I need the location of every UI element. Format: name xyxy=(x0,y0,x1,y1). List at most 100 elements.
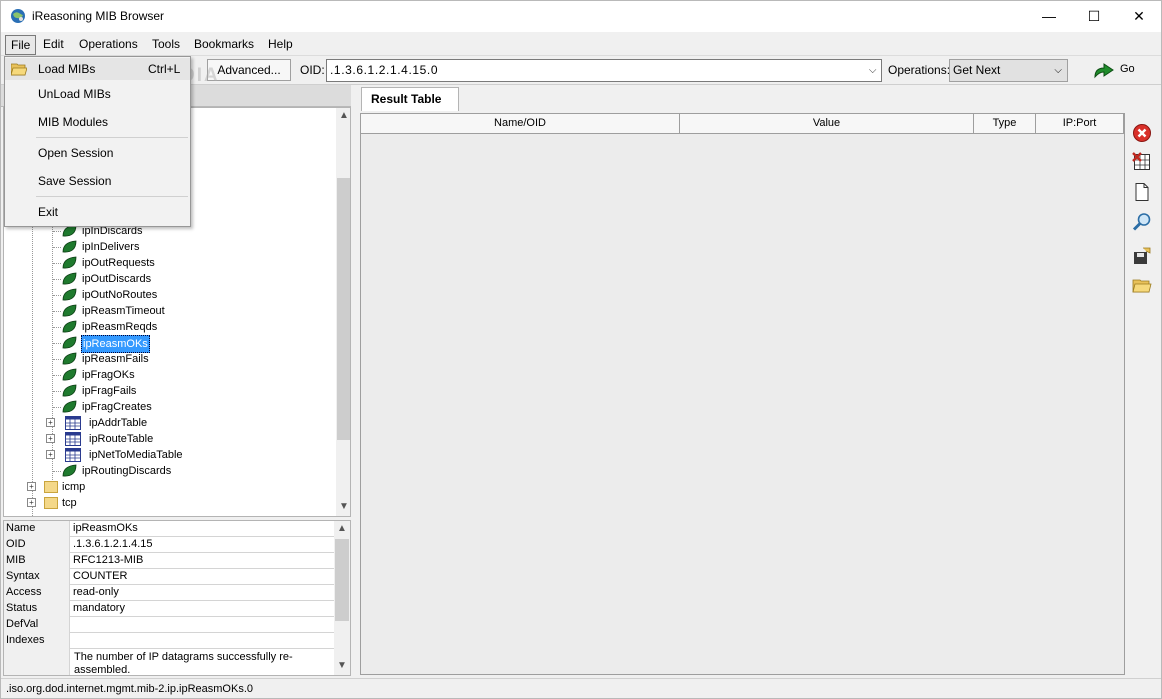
scrollbar-thumb[interactable] xyxy=(337,178,350,440)
tree-node[interactable]: ipOutDiscards xyxy=(53,271,200,287)
tree-node-label: ipFragFails xyxy=(82,385,137,397)
property-value[interactable]: mandatory xyxy=(71,601,334,617)
tree-node[interactable]: + ipAddrTable xyxy=(46,415,206,431)
menu-item-label: MIB Modules xyxy=(38,115,109,129)
property-value[interactable]: .1.3.6.1.2.1.4.15 xyxy=(71,537,334,553)
scrollbar-thumb[interactable] xyxy=(335,539,349,621)
open-folder-icon xyxy=(11,63,27,76)
tree-node-label: icmp xyxy=(62,481,86,493)
menu-help[interactable]: Help xyxy=(263,35,298,55)
tree-node[interactable]: ipInDelivers xyxy=(53,239,200,255)
property-row: DefVal xyxy=(4,617,334,633)
leaf-icon xyxy=(62,304,77,317)
oid-value: .1.3.6.1.2.1.4.15.0 xyxy=(330,63,439,77)
column-header-type[interactable]: Type xyxy=(974,114,1036,134)
close-button[interactable]: ✕ xyxy=(1116,1,1161,32)
save-icon[interactable] xyxy=(1132,246,1152,266)
tree-node[interactable]: ipFragCreates xyxy=(53,399,200,415)
stop-icon[interactable] xyxy=(1132,123,1152,143)
tree-guide xyxy=(53,311,61,312)
result-table[interactable]: Name/OID Value Type IP:Port xyxy=(360,113,1125,675)
scroll-down-icon[interactable]: ▼ xyxy=(337,660,347,671)
property-row: Name ipReasmOKs xyxy=(4,521,334,537)
menu-file[interactable]: File xyxy=(5,35,37,55)
tree-guide xyxy=(53,359,61,360)
menu-item-save-session[interactable]: Save Session xyxy=(5,170,190,192)
tree-node-label: ipAddrTable xyxy=(89,417,148,429)
pane-splitter[interactable] xyxy=(353,85,358,678)
description-key xyxy=(4,649,70,675)
menu-item-unload-mibs[interactable]: UnLoad MIBs xyxy=(5,83,190,105)
expand-icon[interactable]: + xyxy=(46,450,55,459)
property-value[interactable] xyxy=(71,617,334,633)
globe-icon xyxy=(11,9,25,23)
menu-edit[interactable]: Edit xyxy=(38,35,69,55)
column-header-value[interactable]: Value xyxy=(680,114,974,134)
menu-item-load-mibs[interactable]: Load MIBs Ctrl+L xyxy=(5,58,190,80)
minimize-button[interactable]: — xyxy=(1026,1,1072,32)
property-key: Status xyxy=(4,601,70,617)
menu-item-exit[interactable]: Exit xyxy=(5,201,190,223)
oid-input[interactable]: .1.3.6.1.2.1.4.15.0 ⌵ xyxy=(326,59,882,82)
tree-guide xyxy=(53,471,61,472)
leaf-icon xyxy=(62,288,77,301)
tree-node[interactable]: ipReasmTimeout xyxy=(53,303,200,319)
expand-icon[interactable]: + xyxy=(46,418,55,427)
tree-node[interactable]: ipReasmFails xyxy=(53,351,200,367)
leaf-icon xyxy=(62,336,77,349)
column-header-ip-port[interactable]: IP:Port xyxy=(1036,114,1124,134)
tree-node-label: ipReasmReqds xyxy=(82,321,158,333)
property-value[interactable]: RFC1213-MIB xyxy=(71,553,334,569)
maximize-button[interactable]: ☐ xyxy=(1071,1,1117,32)
scroll-down-icon[interactable]: ▼ xyxy=(339,501,349,512)
table-icon xyxy=(65,432,81,446)
property-value[interactable]: COUNTER xyxy=(71,569,334,585)
scroll-up-icon[interactable]: ▲ xyxy=(337,523,347,534)
properties-table: Name ipReasmOKs OID .1.3.6.1.2.1.4.15 MI… xyxy=(3,520,351,676)
menu-tools[interactable]: Tools xyxy=(147,35,185,55)
menu-item-mib-modules[interactable]: MIB Modules xyxy=(5,111,190,133)
tree-node[interactable]: + ipRouteTable xyxy=(46,431,206,447)
tree-node[interactable]: ipFragFails xyxy=(53,383,200,399)
go-button[interactable]: Go xyxy=(1093,60,1137,82)
tree-node[interactable]: + ipNetToMediaTable xyxy=(46,447,206,463)
expand-icon[interactable]: + xyxy=(27,498,36,507)
tree-node[interactable]: + tcp xyxy=(27,495,147,511)
tree-node[interactable]: ipOutRequests xyxy=(53,255,200,271)
tree-node[interactable]: ipOutNoRoutes xyxy=(53,287,200,303)
tree-node[interactable]: ipReasmReqds xyxy=(53,319,200,335)
properties-scrollbar[interactable]: ▲ ▼ xyxy=(334,521,350,675)
menu-bookmarks[interactable]: Bookmarks xyxy=(189,35,259,55)
tree-node[interactable]: ipRoutingDiscards xyxy=(53,463,200,479)
property-row: MIB RFC1213-MIB xyxy=(4,553,334,569)
menu-operations[interactable]: Operations xyxy=(74,35,143,55)
menu-item-shortcut: Ctrl+L xyxy=(148,62,181,76)
property-value[interactable]: ipReasmOKs xyxy=(71,521,334,537)
delete-table-icon[interactable] xyxy=(1132,152,1152,172)
tree-node[interactable]: ipFragOKs xyxy=(53,367,200,383)
result-tabs: Result Table xyxy=(359,87,1161,111)
tree-guide xyxy=(53,263,61,264)
scroll-up-icon[interactable]: ▲ xyxy=(339,110,349,121)
title-bar: iReasoning MIB Browser — ☐ ✕ xyxy=(1,1,1161,32)
find-icon[interactable] xyxy=(1132,212,1152,232)
tree-scrollbar[interactable]: ▲ ▼ xyxy=(336,108,350,516)
operations-label: Operations: xyxy=(888,63,951,77)
expand-icon[interactable]: + xyxy=(46,434,55,443)
tab-result-table[interactable]: Result Table xyxy=(361,87,459,111)
operations-select[interactable]: Get Next ⌵ xyxy=(949,59,1068,82)
chevron-down-icon[interactable]: ⌵ xyxy=(869,60,877,81)
expand-icon[interactable]: + xyxy=(27,482,36,491)
property-value[interactable]: read-only xyxy=(71,585,334,601)
open-folder-icon[interactable] xyxy=(1132,276,1152,296)
new-document-icon[interactable] xyxy=(1132,182,1152,202)
tree-node-selected[interactable]: ipReasmOKs xyxy=(53,335,200,353)
leaf-icon xyxy=(62,272,77,285)
leaf-icon xyxy=(62,400,77,413)
property-value[interactable] xyxy=(71,633,334,649)
menu-item-open-session[interactable]: Open Session xyxy=(5,142,190,164)
column-header-name-oid[interactable]: Name/OID xyxy=(361,114,680,134)
tree-node-label: ipNetToMediaTable xyxy=(89,449,183,461)
leaf-icon xyxy=(62,352,77,365)
tree-node[interactable]: + icmp xyxy=(27,479,147,495)
